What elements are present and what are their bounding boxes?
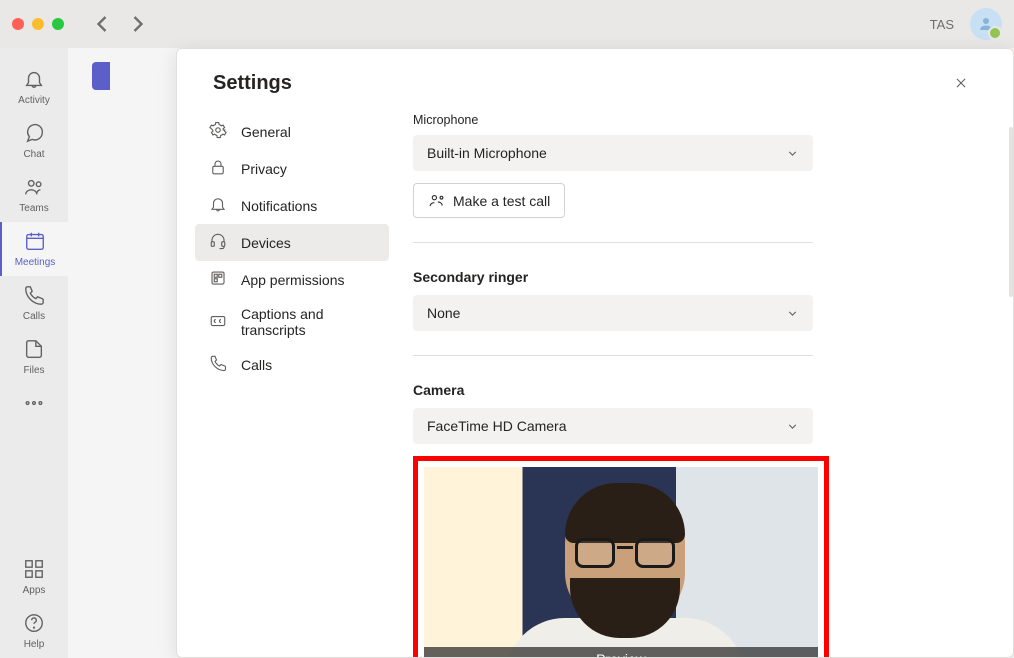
settings-nav-label: General xyxy=(241,124,291,140)
make-test-call-button[interactable]: Make a test call xyxy=(413,183,565,218)
scrollbar[interactable] xyxy=(1009,127,1013,297)
maximize-window-button[interactable] xyxy=(52,18,64,30)
rail-label: Help xyxy=(24,639,45,650)
camera-dropdown[interactable]: FaceTime HD Camera xyxy=(413,408,813,444)
window-controls xyxy=(12,18,64,30)
rail-label: Files xyxy=(23,365,44,376)
headset-icon xyxy=(209,232,227,253)
chevron-down-icon xyxy=(786,147,799,160)
partial-left-button[interactable] xyxy=(92,62,110,90)
team-icon xyxy=(23,176,45,201)
app-icon xyxy=(209,269,227,290)
settings-nav-label: Captions and transcripts xyxy=(241,306,375,338)
chevron-down-icon xyxy=(786,420,799,433)
settings-nav-app-permissions[interactable]: App permissions xyxy=(195,261,389,298)
microphone-dropdown[interactable]: Built-in Microphone xyxy=(413,135,813,171)
bell-icon xyxy=(209,195,227,216)
rail-activity[interactable]: Activity xyxy=(0,60,68,114)
settings-nav-label: Notifications xyxy=(241,198,317,214)
settings-nav-general[interactable]: General xyxy=(195,113,389,150)
rail-more[interactable] xyxy=(0,384,68,425)
cc-icon xyxy=(209,312,227,333)
secondary-ringer-title: Secondary ringer xyxy=(413,269,959,285)
phone-icon xyxy=(209,354,227,375)
close-window-button[interactable] xyxy=(12,18,24,30)
settings-nav: General Privacy Notifications Devices App pe… xyxy=(177,113,407,657)
rail-label: Teams xyxy=(19,203,48,214)
preview-label: Preview xyxy=(424,647,818,657)
test-call-label: Make a test call xyxy=(453,193,550,209)
divider xyxy=(413,242,813,243)
camera-value: FaceTime HD Camera xyxy=(427,418,567,434)
minimize-window-button[interactable] xyxy=(32,18,44,30)
settings-nav-notifications[interactable]: Notifications xyxy=(195,187,389,224)
rail-meetings[interactable]: Meetings xyxy=(0,222,68,276)
back-button[interactable] xyxy=(88,10,116,38)
rail-help[interactable]: Help xyxy=(0,604,68,658)
rail-calls[interactable]: Calls xyxy=(0,276,68,330)
secondary-ringer-value: None xyxy=(427,305,460,321)
rail-label: Activity xyxy=(18,95,50,106)
help-icon xyxy=(23,612,45,637)
settings-nav-label: Devices xyxy=(241,235,291,251)
settings-nav-label: Calls xyxy=(241,357,272,373)
settings-title: Settings xyxy=(213,72,292,95)
phone-icon xyxy=(23,284,45,309)
gear-icon xyxy=(209,121,227,142)
microphone-label: Microphone xyxy=(413,113,959,127)
settings-nav-devices[interactable]: Devices xyxy=(195,224,389,261)
settings-content: Microphone Built-in Microphone Make a te… xyxy=(407,113,1013,657)
more-icon xyxy=(23,392,45,417)
chat-icon xyxy=(23,122,45,147)
person-call-icon xyxy=(428,192,445,209)
lock-icon xyxy=(209,158,227,179)
secondary-ringer-dropdown[interactable]: None xyxy=(413,295,813,331)
app-rail: Activity Chat Teams Meetings Calls Files Apps H… xyxy=(0,48,68,658)
microphone-value: Built-in Microphone xyxy=(427,145,547,161)
window-titlebar: TAS xyxy=(0,0,1014,48)
settings-nav-label: App permissions xyxy=(241,272,345,288)
apps-icon xyxy=(23,558,45,583)
rail-label: Chat xyxy=(23,149,44,160)
chevron-down-icon xyxy=(786,307,799,320)
rail-chat[interactable]: Chat xyxy=(0,114,68,168)
bell-icon xyxy=(23,68,45,93)
main-area: dule meeting Settings GeneralPrivacyNoti… xyxy=(68,48,1014,658)
settings-nav-calls[interactable]: Calls xyxy=(195,346,389,383)
rail-label: Apps xyxy=(23,585,46,596)
calendar-icon xyxy=(24,230,46,255)
settings-nav-captions-and-transcripts[interactable]: Captions and transcripts xyxy=(195,298,389,346)
camera-preview xyxy=(424,467,818,657)
settings-modal: Settings General Privacy Notifications Devi… xyxy=(176,48,1014,658)
rail-files[interactable]: Files xyxy=(0,330,68,384)
rail-label: Calls xyxy=(23,311,45,322)
rail-label: Meetings xyxy=(15,257,56,268)
settings-nav-label: Privacy xyxy=(241,161,287,177)
settings-nav-privacy[interactable]: Privacy xyxy=(195,150,389,187)
file-icon xyxy=(23,338,45,363)
profile-avatar[interactable] xyxy=(970,8,1002,40)
org-label: TAS xyxy=(930,17,954,32)
rail-teams[interactable]: Teams xyxy=(0,168,68,222)
divider xyxy=(413,355,813,356)
camera-title: Camera xyxy=(413,382,959,398)
forward-button[interactable] xyxy=(124,10,152,38)
close-settings-button[interactable] xyxy=(945,67,977,99)
camera-preview-highlight: Preview xyxy=(413,456,829,657)
rail-apps[interactable]: Apps xyxy=(0,550,68,604)
